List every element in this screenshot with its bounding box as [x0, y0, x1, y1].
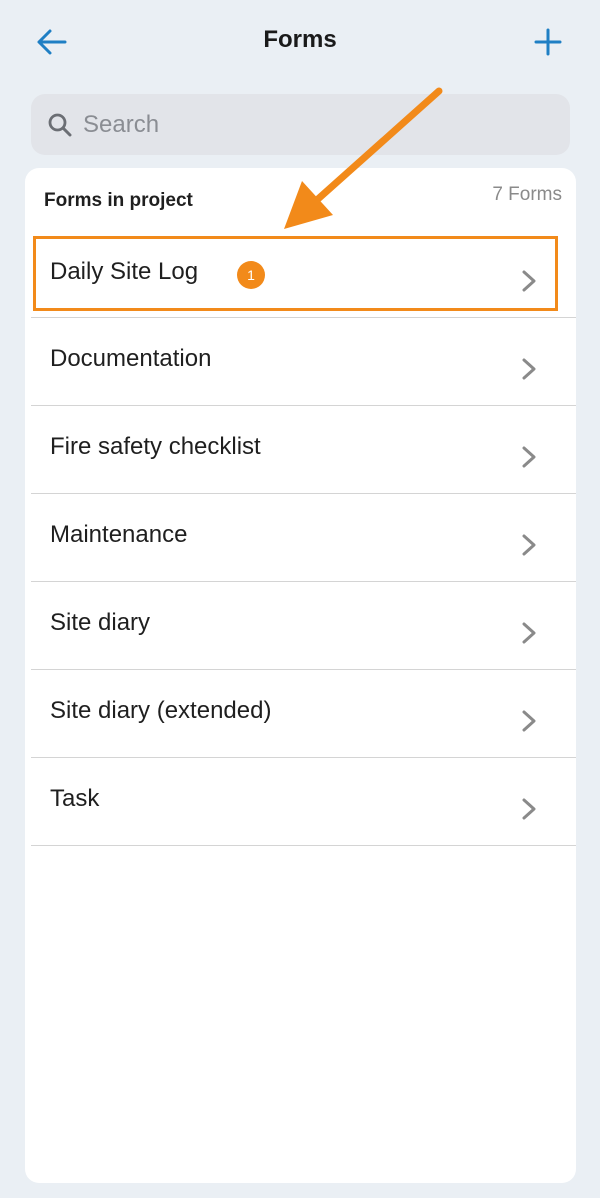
chevron-right-icon [522, 798, 536, 820]
add-form-button[interactable] [530, 24, 566, 60]
form-item-site-diary[interactable]: Site diary [31, 582, 576, 670]
header-bar: Forms [0, 0, 600, 86]
forms-list: Daily Site Log 1 Documentation Fire safe… [31, 230, 576, 846]
form-item-label: Task [50, 785, 100, 812]
chevron-right-icon [522, 622, 536, 644]
form-item-label: Daily Site Log [50, 258, 199, 285]
step-badge: 1 [237, 261, 265, 289]
chevron-right-icon [522, 710, 536, 732]
form-item-label: Site diary (extended) [50, 697, 272, 724]
page-title: Forms [263, 26, 337, 53]
chevron-right-icon [522, 534, 536, 556]
chevron-right-icon [522, 446, 536, 468]
forms-count: 7 Forms [492, 184, 562, 205]
search-bar[interactable] [31, 94, 570, 155]
section-title: Forms in project [44, 190, 193, 211]
search-input[interactable] [83, 94, 553, 155]
form-item-label: Documentation [50, 345, 212, 372]
form-item-site-diary-extended[interactable]: Site diary (extended) [31, 670, 576, 758]
form-item-documentation[interactable]: Documentation [31, 318, 576, 406]
plus-icon [534, 28, 562, 56]
form-item-fire-safety-checklist[interactable]: Fire safety checklist [31, 406, 576, 494]
form-item-maintenance[interactable]: Maintenance [31, 494, 576, 582]
form-item-daily-site-log[interactable]: Daily Site Log 1 [31, 230, 576, 318]
chevron-right-icon [522, 270, 536, 292]
forms-card: Forms in project 7 Forms Daily Site Log … [25, 168, 576, 1183]
search-icon [48, 113, 72, 137]
form-item-label: Fire safety checklist [50, 433, 261, 460]
form-item-label: Site diary [50, 609, 151, 636]
form-item-task[interactable]: Task [31, 758, 576, 846]
chevron-right-icon [522, 358, 536, 380]
form-item-label: Maintenance [50, 521, 188, 548]
